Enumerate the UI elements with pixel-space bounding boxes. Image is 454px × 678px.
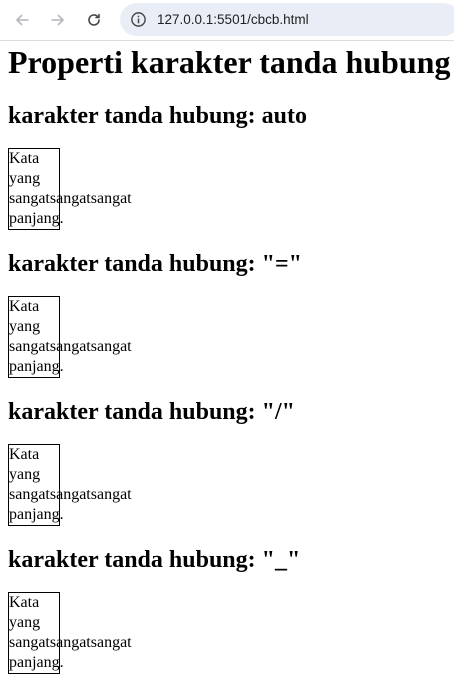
section-heading-underscore: karakter tanda hubung: "_" bbox=[8, 547, 301, 573]
url-text[interactable]: 127.0.0.1:5501/cbcb.html bbox=[157, 12, 309, 27]
back-button[interactable] bbox=[8, 6, 36, 34]
box-line: panjang. bbox=[9, 506, 64, 523]
box-line: Kata bbox=[9, 446, 40, 463]
forward-arrow-icon bbox=[51, 14, 64, 26]
box-line: yang bbox=[9, 614, 41, 631]
page-content: Properti karakter tanda hubung karakter … bbox=[8, 44, 454, 674]
box-line: panjang. bbox=[9, 210, 64, 227]
hyphen-demo-box: Kata yang sangatsangatsangat panjang. bbox=[8, 148, 132, 230]
section-heading-slash: karakter tanda hubung: "/" bbox=[8, 399, 295, 425]
box-line: Kata bbox=[9, 594, 40, 611]
box-line: yang bbox=[9, 318, 41, 335]
forward-button[interactable] bbox=[44, 6, 72, 34]
section-heading-auto: karakter tanda hubung: auto bbox=[8, 103, 307, 129]
toolbar-divider bbox=[0, 40, 454, 41]
box-line: sangatsangatsangat bbox=[9, 486, 132, 503]
box-line: panjang. bbox=[9, 654, 64, 671]
hyphen-demo-box: Kata yang sangatsangatsangat panjang. bbox=[8, 592, 132, 674]
box-line: yang bbox=[9, 170, 41, 187]
box-line: sangatsangatsangat bbox=[9, 338, 132, 355]
box-line: panjang. bbox=[9, 358, 64, 375]
hyphen-demo-box: Kata yang sangatsangatsangat panjang. bbox=[8, 296, 132, 378]
page-title: Properti karakter tanda hubung bbox=[8, 44, 451, 80]
section-heading-equals: karakter tanda hubung: "=" bbox=[8, 251, 302, 277]
info-icon[interactable] bbox=[129, 11, 147, 29]
reload-icon bbox=[88, 13, 100, 26]
box-line: sangatsangatsangat bbox=[9, 634, 132, 651]
hyphen-demo-box: Kata yang sangatsangatsangat panjang. bbox=[8, 444, 132, 526]
back-arrow-icon bbox=[16, 14, 29, 26]
browser-toolbar: 127.0.0.1:5501/cbcb.html bbox=[0, 0, 454, 40]
box-line: sangatsangatsangat bbox=[9, 190, 132, 207]
box-line: Kata bbox=[9, 298, 40, 315]
reload-button[interactable] bbox=[80, 6, 108, 34]
address-bar[interactable]: 127.0.0.1:5501/cbcb.html bbox=[120, 3, 454, 36]
box-line: yang bbox=[9, 466, 41, 483]
box-line: Kata bbox=[9, 150, 40, 167]
